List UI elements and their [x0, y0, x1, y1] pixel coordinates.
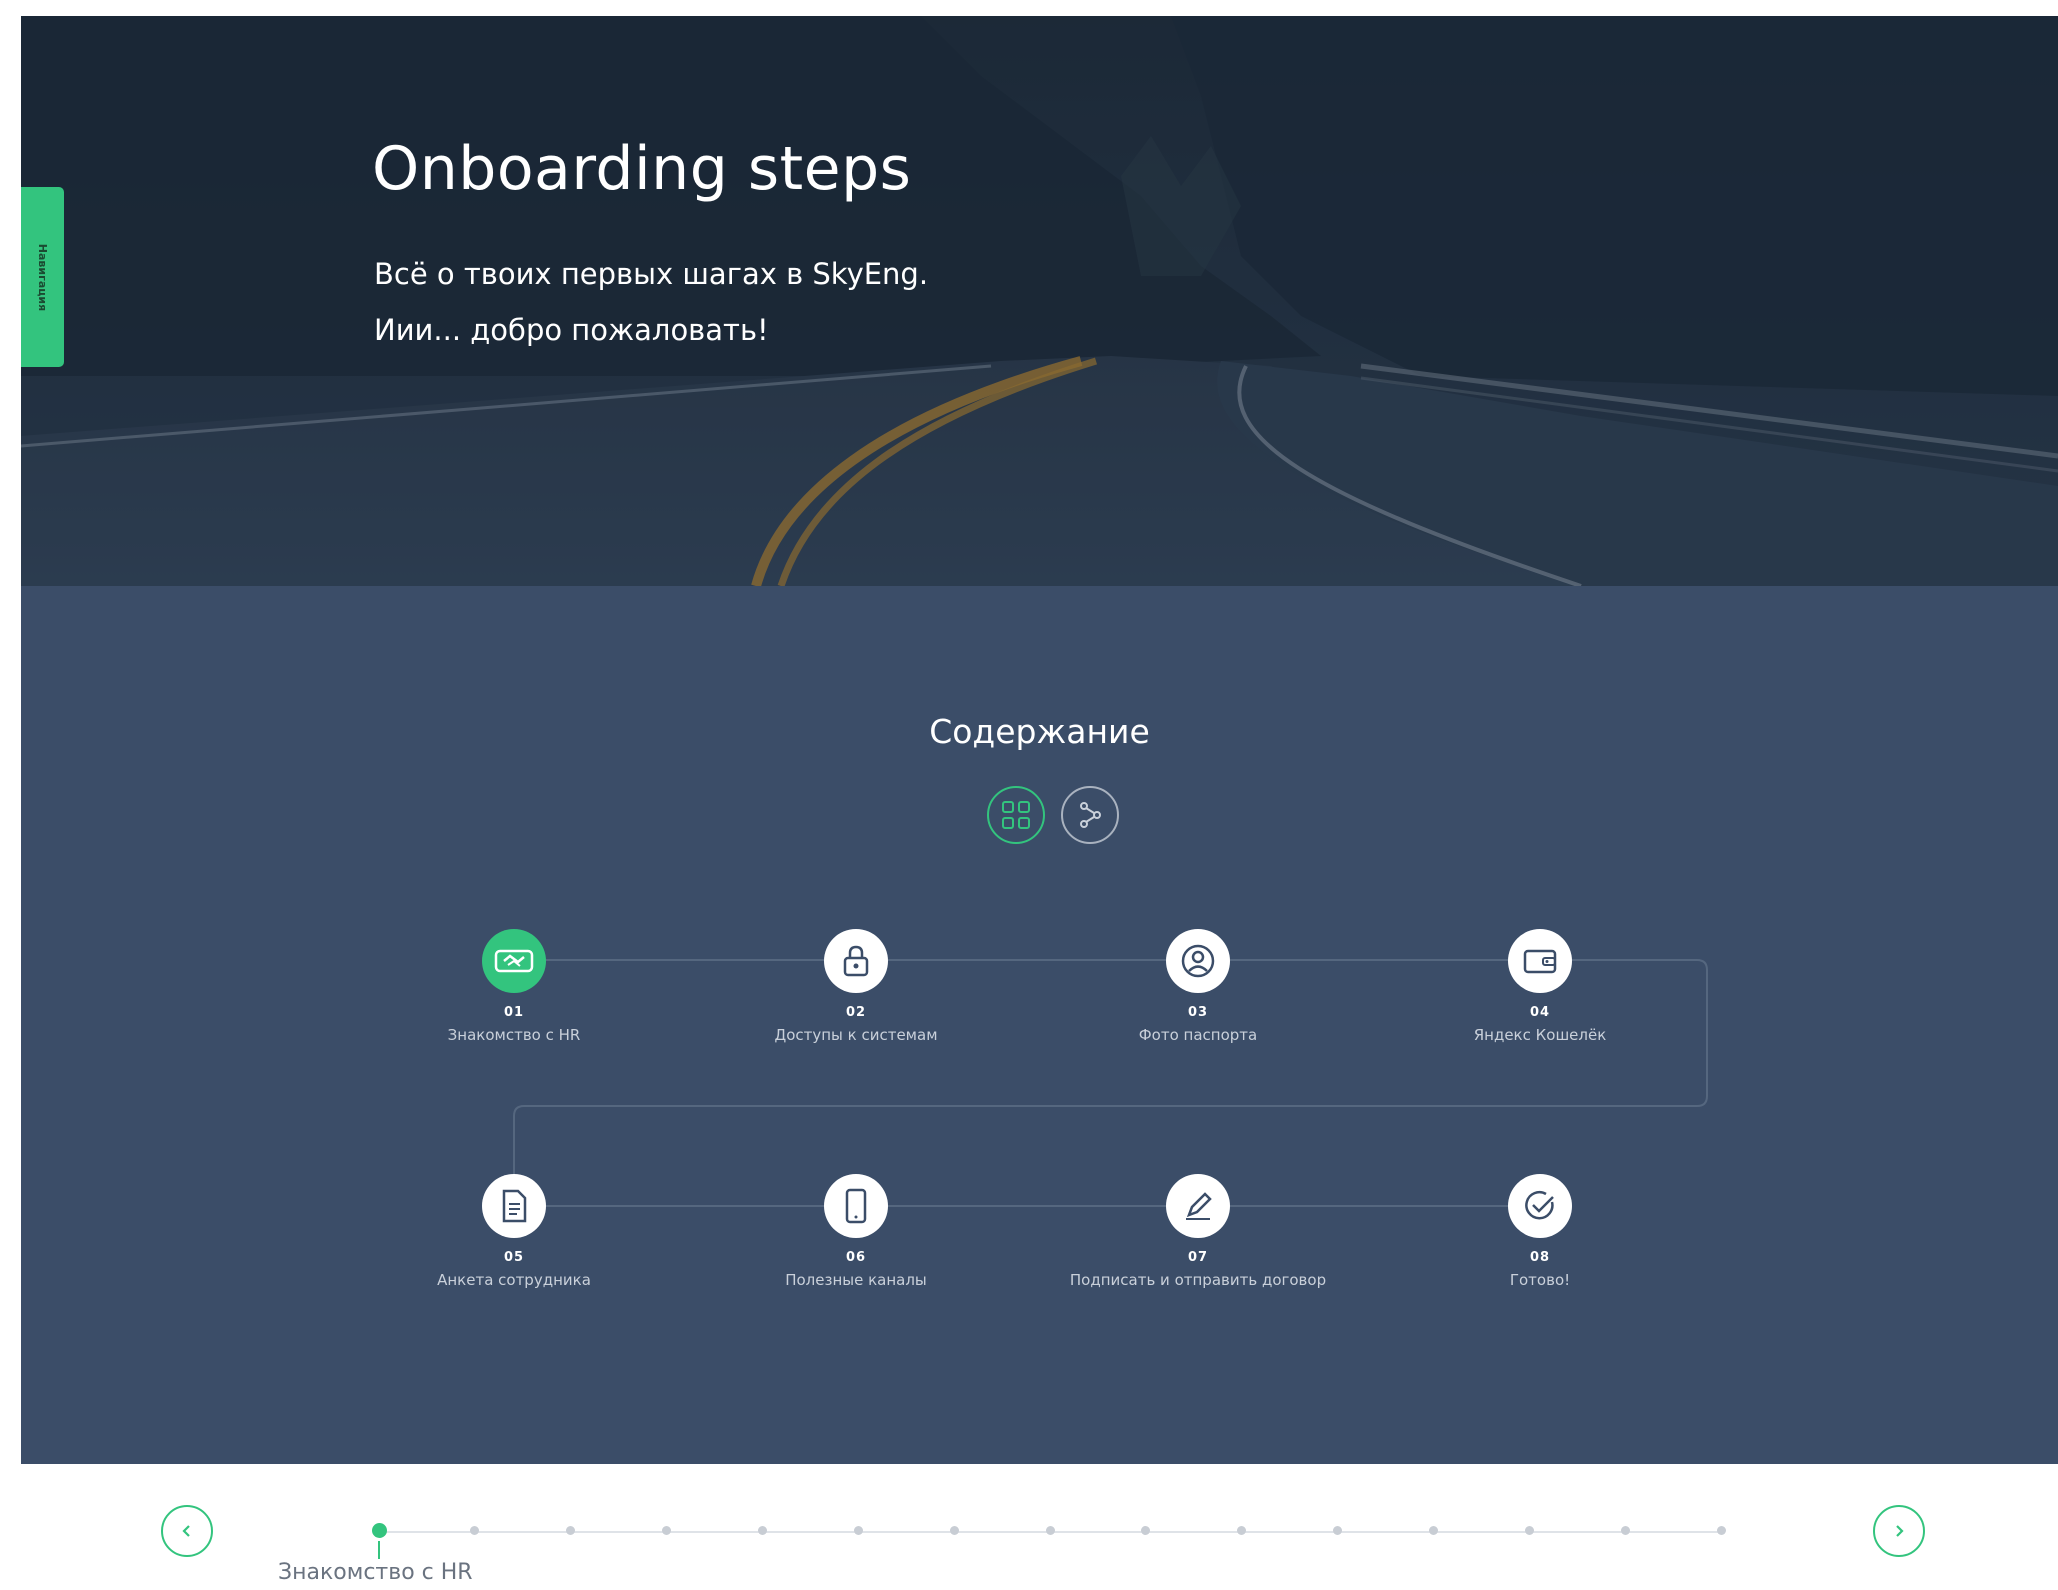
check-circle-icon — [1525, 1190, 1554, 1220]
step-number: 05 — [503, 1250, 525, 1265]
next-step-button[interactable] — [1873, 1505, 1925, 1557]
step-8-icon-wrap — [1508, 1174, 1572, 1238]
step-number: 06 — [845, 1250, 867, 1265]
pager-dot[interactable] — [470, 1526, 480, 1535]
step-label: Знакомство с HR — [447, 1026, 581, 1044]
step-number: 07 — [1187, 1250, 1209, 1265]
step-number: 02 — [845, 1005, 867, 1020]
step-3-icon-wrap — [1166, 929, 1230, 993]
step-7-icon-wrap — [1166, 1174, 1230, 1238]
step-8[interactable]: 08 Готово! — [1390, 1174, 1690, 1293]
hero-road-image — [21, 16, 2058, 586]
step-number: 08 — [1529, 1250, 1551, 1265]
pager-dot[interactable] — [1620, 1526, 1630, 1535]
hero-subtitle: Всё о твоих первых шагах в SkyEng. Иии..… — [374, 246, 928, 358]
step-label: Фото паспорта — [1138, 1026, 1258, 1044]
pen-icon — [1186, 1192, 1212, 1220]
step-4-icon-wrap — [1508, 929, 1572, 993]
pager-dot[interactable] — [1716, 1526, 1726, 1535]
pager-dot[interactable] — [1524, 1526, 1534, 1535]
pager-dot[interactable] — [1333, 1526, 1343, 1535]
document-icon — [502, 1189, 527, 1223]
step-label: Яндекс Кошелёк — [1473, 1026, 1607, 1044]
wallet-icon — [1523, 949, 1557, 974]
previous-step-button[interactable] — [161, 1505, 213, 1557]
hero-subtitle-line-2: Иии... добро пожаловать! — [374, 313, 769, 347]
pager-dot[interactable] — [662, 1526, 672, 1535]
pager-dot[interactable] — [1141, 1526, 1151, 1535]
step-6-icon-wrap — [824, 1174, 888, 1238]
step-2[interactable]: 02 Доступы к системам — [706, 929, 1006, 1048]
step-6[interactable]: 06 Полезные каналы — [706, 1174, 1006, 1293]
pager-dot[interactable] — [853, 1526, 863, 1535]
steps-connector — [508, 959, 1708, 1207]
step-5[interactable]: 05 Анкета сотрудника — [364, 1174, 664, 1293]
pager-active-marker — [378, 1541, 380, 1559]
step-label: Анкета сотрудника — [437, 1271, 591, 1289]
step-3[interactable]: 03 Фото паспорта — [1048, 929, 1348, 1048]
navigation-side-tab[interactable]: Навигация — [21, 187, 64, 367]
step-label: Готово! — [1509, 1271, 1571, 1289]
pager-dot[interactable] — [1428, 1526, 1438, 1535]
pager-dot[interactable] — [757, 1526, 767, 1535]
step-4[interactable]: 04 Яндекс Кошелёк — [1390, 929, 1690, 1048]
page: Onboarding steps Всё о твоих первых шага… — [21, 16, 2058, 1590]
pager-dot[interactable] — [371, 1523, 387, 1538]
hero-subtitle-line-1: Всё о твоих первых шагах в SkyEng. — [374, 257, 929, 291]
step-label: Полезные каналы — [785, 1271, 927, 1289]
step-pager: Знакомство с HR — [21, 1464, 2058, 1590]
step-7[interactable]: 07 Подписать и отправить договор — [1048, 1174, 1348, 1293]
step-2-icon-wrap — [824, 929, 888, 993]
contents-section: Содержание 01 Знакомство с HR 02 Доступы… — [21, 586, 2058, 1464]
user-circle-icon — [1181, 944, 1215, 978]
pager-current-step-label: Знакомство с HR — [278, 1560, 473, 1585]
pager-dot[interactable] — [949, 1526, 959, 1535]
hero-banner: Onboarding steps Всё о твоих первых шага… — [21, 16, 2058, 586]
chevron-right-icon — [1896, 1525, 1904, 1537]
page-title: Onboarding steps — [372, 134, 912, 204]
step-number: 04 — [1529, 1005, 1551, 1020]
step-label: Подписать и отправить договор — [1069, 1271, 1327, 1289]
phone-icon — [845, 1188, 867, 1224]
step-number: 03 — [1187, 1005, 1209, 1020]
lock-icon — [843, 945, 869, 977]
step-number: 01 — [503, 1005, 525, 1020]
step-1[interactable]: 01 Знакомство с HR — [364, 929, 664, 1048]
chevron-left-icon — [182, 1525, 190, 1537]
step-1-icon-wrap — [482, 929, 546, 993]
pager-dot[interactable] — [1045, 1526, 1055, 1535]
step-label: Доступы к системам — [774, 1026, 938, 1044]
handshake-icon — [494, 949, 534, 973]
navigation-side-tab-label: Навигация — [36, 243, 49, 311]
pager-dot[interactable] — [566, 1526, 576, 1535]
pager-dot[interactable] — [1237, 1526, 1247, 1535]
step-5-icon-wrap — [482, 1174, 546, 1238]
